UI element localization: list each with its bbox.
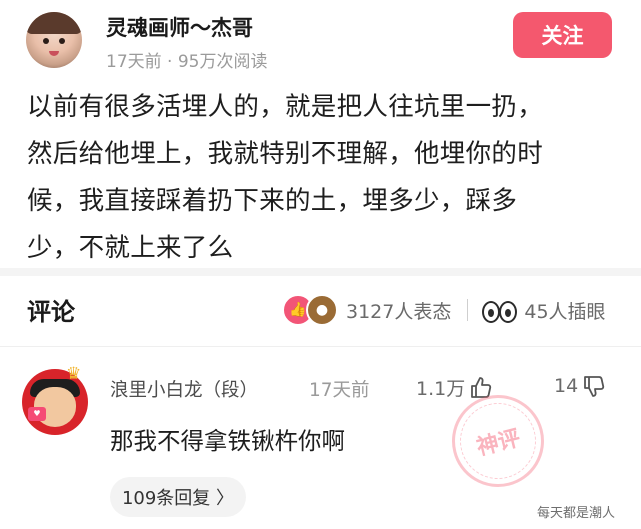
reactions-bar[interactable]: 👍 ● 3127人表态 45人插眼 [282, 294, 606, 326]
comment-time: 17天前 [309, 380, 370, 401]
thumbs-down-icon [584, 376, 605, 397]
commenter-name[interactable]: 浪里小白龙（段） [110, 376, 258, 402]
follow-button[interactable]: 关注 [513, 12, 612, 58]
post-line: 然后给他埋上，我就特别不理解，他埋你的时 [27, 139, 544, 169]
separator [467, 299, 469, 321]
eye-left [482, 301, 501, 323]
post-line: 候，我直接踩着扔下来的土，埋多少，踩多 [27, 186, 518, 216]
eye-right [499, 301, 518, 323]
post-header: 灵魂画师～杰哥 17天前 · 95万次阅读 关注 [0, 0, 641, 78]
like-count: 1.1万 [416, 378, 466, 400]
section-divider [0, 268, 641, 276]
avatar-eye-left [43, 38, 49, 44]
view-replies-button[interactable]: 109条回复 〉 [110, 477, 246, 517]
post-meta: 17天前 · 95万次阅读 [106, 52, 268, 72]
watermark: 每天都是潮人 [537, 506, 616, 521]
avatar-mouth [49, 51, 59, 56]
eyes-icon [482, 298, 518, 323]
peek-count[interactable]: 45人插眼 [524, 297, 605, 324]
avatar-eye-right [59, 38, 65, 44]
post-line: 少，不就上来了么 [27, 233, 234, 263]
comment-dislike-button[interactable]: 14 [554, 374, 606, 398]
reactions-count[interactable]: 3127人表态 [346, 297, 451, 324]
author-avatar[interactable] [26, 12, 82, 68]
avatar-badge: ♥ [28, 407, 46, 421]
poop-icon: ● [306, 294, 338, 326]
crown-icon: ♛ [66, 364, 82, 384]
post-body: 以前有很多活埋人的，就是把人往坑里一扔， 然后给他埋上，我就特别不理解，他埋你的… [27, 84, 617, 272]
post-line: 以前有很多活埋人的，就是把人往坑里一扔， [27, 92, 544, 122]
author-name[interactable]: 灵魂画师～杰哥 [106, 12, 253, 42]
comments-title: 评论 [27, 298, 75, 326]
comment-text: 那我不得拿铁锹杵你啊 [110, 427, 345, 455]
dislike-count: 14 [554, 375, 579, 397]
divider [0, 346, 641, 347]
avatar-hair [26, 12, 82, 34]
god-comment-stamp: 神评 [442, 385, 554, 497]
